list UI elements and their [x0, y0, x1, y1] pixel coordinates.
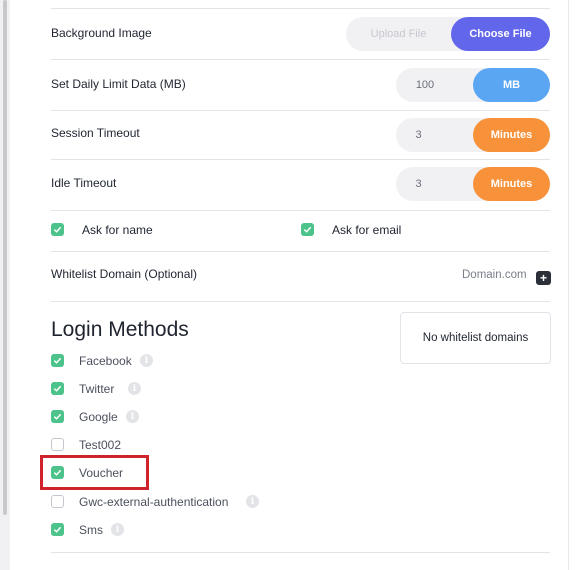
- mb-unit-button[interactable]: MB: [473, 68, 550, 102]
- divider: [51, 301, 550, 302]
- idle-minutes-button[interactable]: Minutes: [473, 167, 550, 201]
- info-icon[interactable]: i: [128, 382, 141, 395]
- twitter-checkbox[interactable]: [51, 382, 64, 395]
- twitter-label: Twitter: [79, 382, 115, 396]
- background-image-label: Background Image: [51, 26, 152, 40]
- info-icon[interactable]: i: [140, 354, 153, 367]
- panel-border: [568, 0, 569, 570]
- ask-name-label: Ask for name: [82, 223, 153, 237]
- ask-email-label: Ask for email: [332, 223, 402, 237]
- idle-timeout-group: 3 Minutes: [396, 167, 550, 201]
- add-domain-icon[interactable]: +: [536, 271, 551, 285]
- ask-name-checkbox[interactable]: [51, 223, 64, 236]
- idle-timeout-input[interactable]: 3: [396, 167, 441, 201]
- daily-limit-input[interactable]: 100: [396, 68, 454, 102]
- google-checkbox[interactable]: [51, 410, 64, 423]
- login-methods-heading: Login Methods: [51, 318, 189, 341]
- test002-checkbox[interactable]: [51, 438, 64, 451]
- ask-email-checkbox[interactable]: [301, 223, 314, 236]
- info-icon[interactable]: i: [246, 495, 259, 508]
- gwc-external-authentication-checkbox[interactable]: [51, 495, 64, 508]
- google-label: Google: [79, 410, 118, 424]
- daily-limit-group: 100 MB: [396, 68, 550, 102]
- check-icon: [53, 413, 62, 420]
- upload-file-field[interactable]: Upload File: [346, 17, 451, 51]
- facebook-checkbox[interactable]: [51, 354, 64, 367]
- check-icon: [53, 357, 62, 364]
- whitelist-domain-input[interactable]: Domain.com: [462, 269, 527, 281]
- background-image-upload-group: Upload File Choose File: [346, 17, 550, 51]
- gwc-external-authentication-label: Gwc-external-authentication: [79, 495, 229, 509]
- test002-label: Test002: [79, 438, 122, 452]
- check-icon: [53, 226, 62, 233]
- session-minutes-button[interactable]: Minutes: [473, 118, 550, 152]
- divider: [51, 59, 550, 60]
- info-icon[interactable]: i: [126, 410, 139, 423]
- session-timeout-group: 3 Minutes: [396, 118, 550, 152]
- divider: [51, 110, 550, 111]
- check-icon: [53, 385, 62, 392]
- check-icon: [53, 526, 62, 533]
- sms-label: Sms: [79, 523, 103, 537]
- info-icon[interactable]: i: [111, 523, 124, 536]
- session-timeout-label: Session Timeout: [51, 126, 140, 140]
- daily-limit-label: Set Daily Limit Data (MB): [51, 77, 186, 91]
- divider: [51, 159, 550, 160]
- divider: [51, 552, 550, 553]
- sms-checkbox[interactable]: [51, 523, 64, 536]
- check-icon: [303, 226, 312, 233]
- whitelist-label: Whitelist Domain (Optional): [51, 267, 198, 281]
- highlight-box: [40, 455, 149, 490]
- facebook-label: Facebook: [79, 354, 132, 368]
- scrollbar[interactable]: [0, 0, 10, 570]
- choose-file-button[interactable]: Choose File: [451, 17, 550, 51]
- whitelist-empty-box: No whitelist domains: [400, 312, 551, 364]
- divider: [51, 8, 550, 9]
- scrollbar-thumb[interactable]: [3, 0, 7, 515]
- divider: [51, 251, 550, 252]
- idle-timeout-label: Idle Timeout: [51, 176, 117, 190]
- divider: [51, 210, 550, 211]
- session-timeout-input[interactable]: 3: [396, 118, 441, 152]
